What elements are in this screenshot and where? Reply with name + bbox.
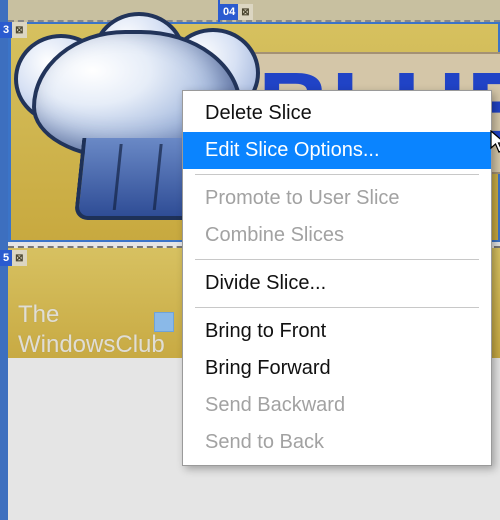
slice-number: 3 [0,22,12,38]
slice-type-icon: ⊠ [12,22,26,38]
menu-item-edit-slice-options[interactable]: Edit Slice Options... [183,132,491,169]
slice-number: 5 [0,250,12,266]
slice-number: 04 [220,4,238,20]
menu-separator [195,174,479,175]
menu-item-send-backward: Send Backward [183,387,491,424]
slice-region-top[interactable] [8,0,500,22]
menu-separator [195,307,479,308]
slice-badge-3[interactable]: 3 ⊠ [0,22,27,38]
menu-item-divide-slice[interactable]: Divide Slice... [183,265,491,302]
slice-context-menu[interactable]: Delete SliceEdit Slice Options... Promote… [182,90,492,466]
menu-item-promote-user-slice: Promote to User Slice [183,180,491,217]
menu-separator [195,259,479,260]
slice-type-icon: ⊠ [12,250,26,266]
watermark-text: The WindowsClub [18,300,165,360]
menu-item-combine-slices: Combine Slices [183,217,491,254]
slice-type-icon: ⊠ [238,4,252,20]
watermark-selection-box [154,312,174,332]
mouse-cursor-icon [490,130,500,154]
slice-badge-04[interactable]: 04 ⊠ [220,4,253,20]
canvas-area: 3 ⊠ 04 ⊠ 5 ⊠ BLUE The WindowsClub Delete… [0,0,500,520]
menu-item-bring-forward[interactable]: Bring Forward [183,350,491,387]
menu-item-send-to-back: Send to Back [183,424,491,461]
menu-item-delete-slice[interactable]: Delete Slice [183,95,491,132]
slice-badge-5[interactable]: 5 ⊠ [0,250,27,266]
watermark-line2: WindowsClub [18,330,165,360]
menu-item-bring-to-front[interactable]: Bring to Front [183,313,491,350]
watermark-line1: The [18,300,165,330]
